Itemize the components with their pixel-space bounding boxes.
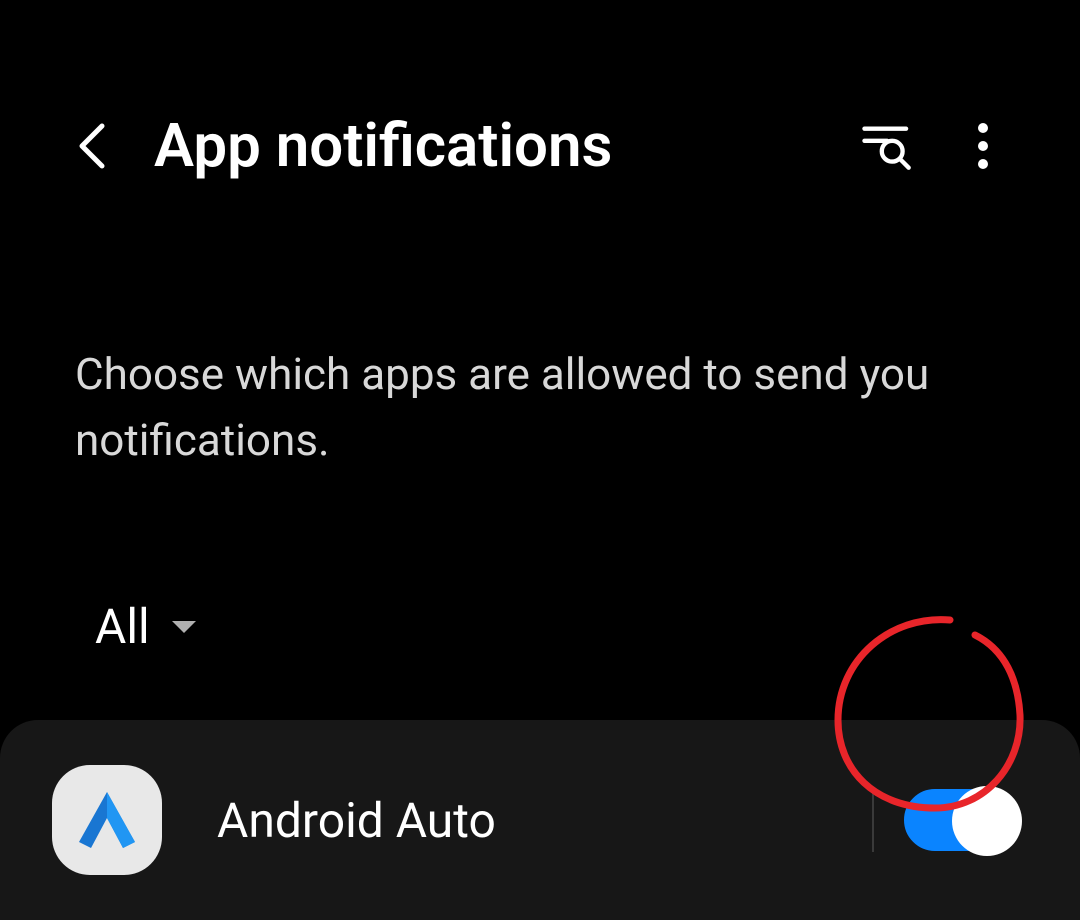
page-title: App notifications: [154, 110, 861, 181]
notification-toggle[interactable]: [904, 789, 1020, 851]
filter-dropdown[interactable]: All: [0, 473, 1080, 655]
divider: [872, 788, 874, 852]
app-list: Android Auto: [0, 720, 1080, 920]
description-text: Choose which apps are allowed to send yo…: [0, 211, 1080, 473]
filter-search-icon[interactable]: [861, 120, 913, 172]
back-icon[interactable]: [70, 124, 114, 168]
chevron-down-icon: [170, 613, 198, 641]
filter-label: All: [95, 598, 150, 655]
android-auto-icon: [52, 765, 162, 875]
app-row[interactable]: Android Auto: [52, 760, 1020, 880]
header-actions: [861, 120, 1005, 172]
app-name-label: Android Auto: [217, 792, 872, 849]
overflow-menu-icon[interactable]: [961, 124, 1005, 168]
toggle-knob: [952, 786, 1022, 856]
header-bar: App notifications: [0, 0, 1080, 211]
